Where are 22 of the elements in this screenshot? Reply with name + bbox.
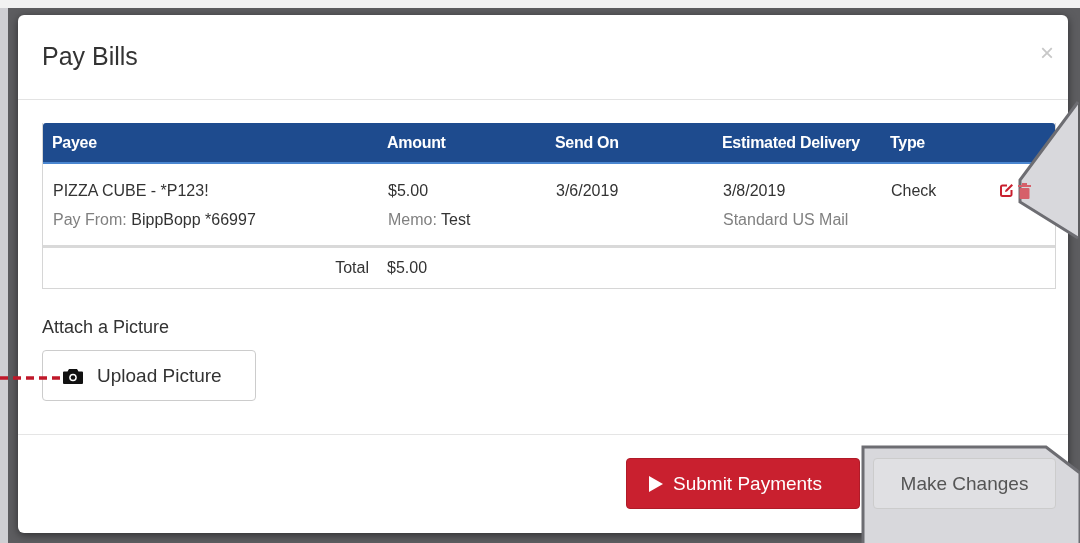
- submit-button[interactable]: Submit Payments: [626, 458, 860, 509]
- delivery-method: Standard US Mail: [723, 211, 850, 229]
- column-header: Payee: [51, 133, 98, 152]
- delivery-date: 3/8/2019: [723, 182, 787, 201]
- column-header: Estimated Delivery: [721, 133, 861, 152]
- upload-button[interactable]: Upload Picture: [42, 350, 256, 401]
- total-label: Total: [335, 259, 369, 276]
- account-name: BippBopp *66997: [131, 211, 256, 228]
- memo-text: Test: [441, 211, 471, 228]
- dialog-title: Pay Bills: [42, 41, 138, 71]
- send-date: 3/6/2019: [556, 182, 620, 201]
- payee-name: PIZZA CUBE - *P123!: [53, 182, 210, 201]
- column-header: Amount: [386, 133, 447, 152]
- field-label: Memo:: [388, 211, 437, 228]
- total-amount: $5.00: [387, 259, 428, 276]
- section-label: Attach a Picture: [42, 317, 171, 338]
- changes-button[interactable]: Make Changes: [873, 458, 1056, 509]
- payment-type: Check: [891, 182, 938, 201]
- amount-text: $5.00: [388, 182, 430, 201]
- column-header: Send On: [554, 133, 620, 152]
- field-label: Pay From:: [53, 211, 127, 228]
- column-header: Type: [889, 133, 926, 152]
